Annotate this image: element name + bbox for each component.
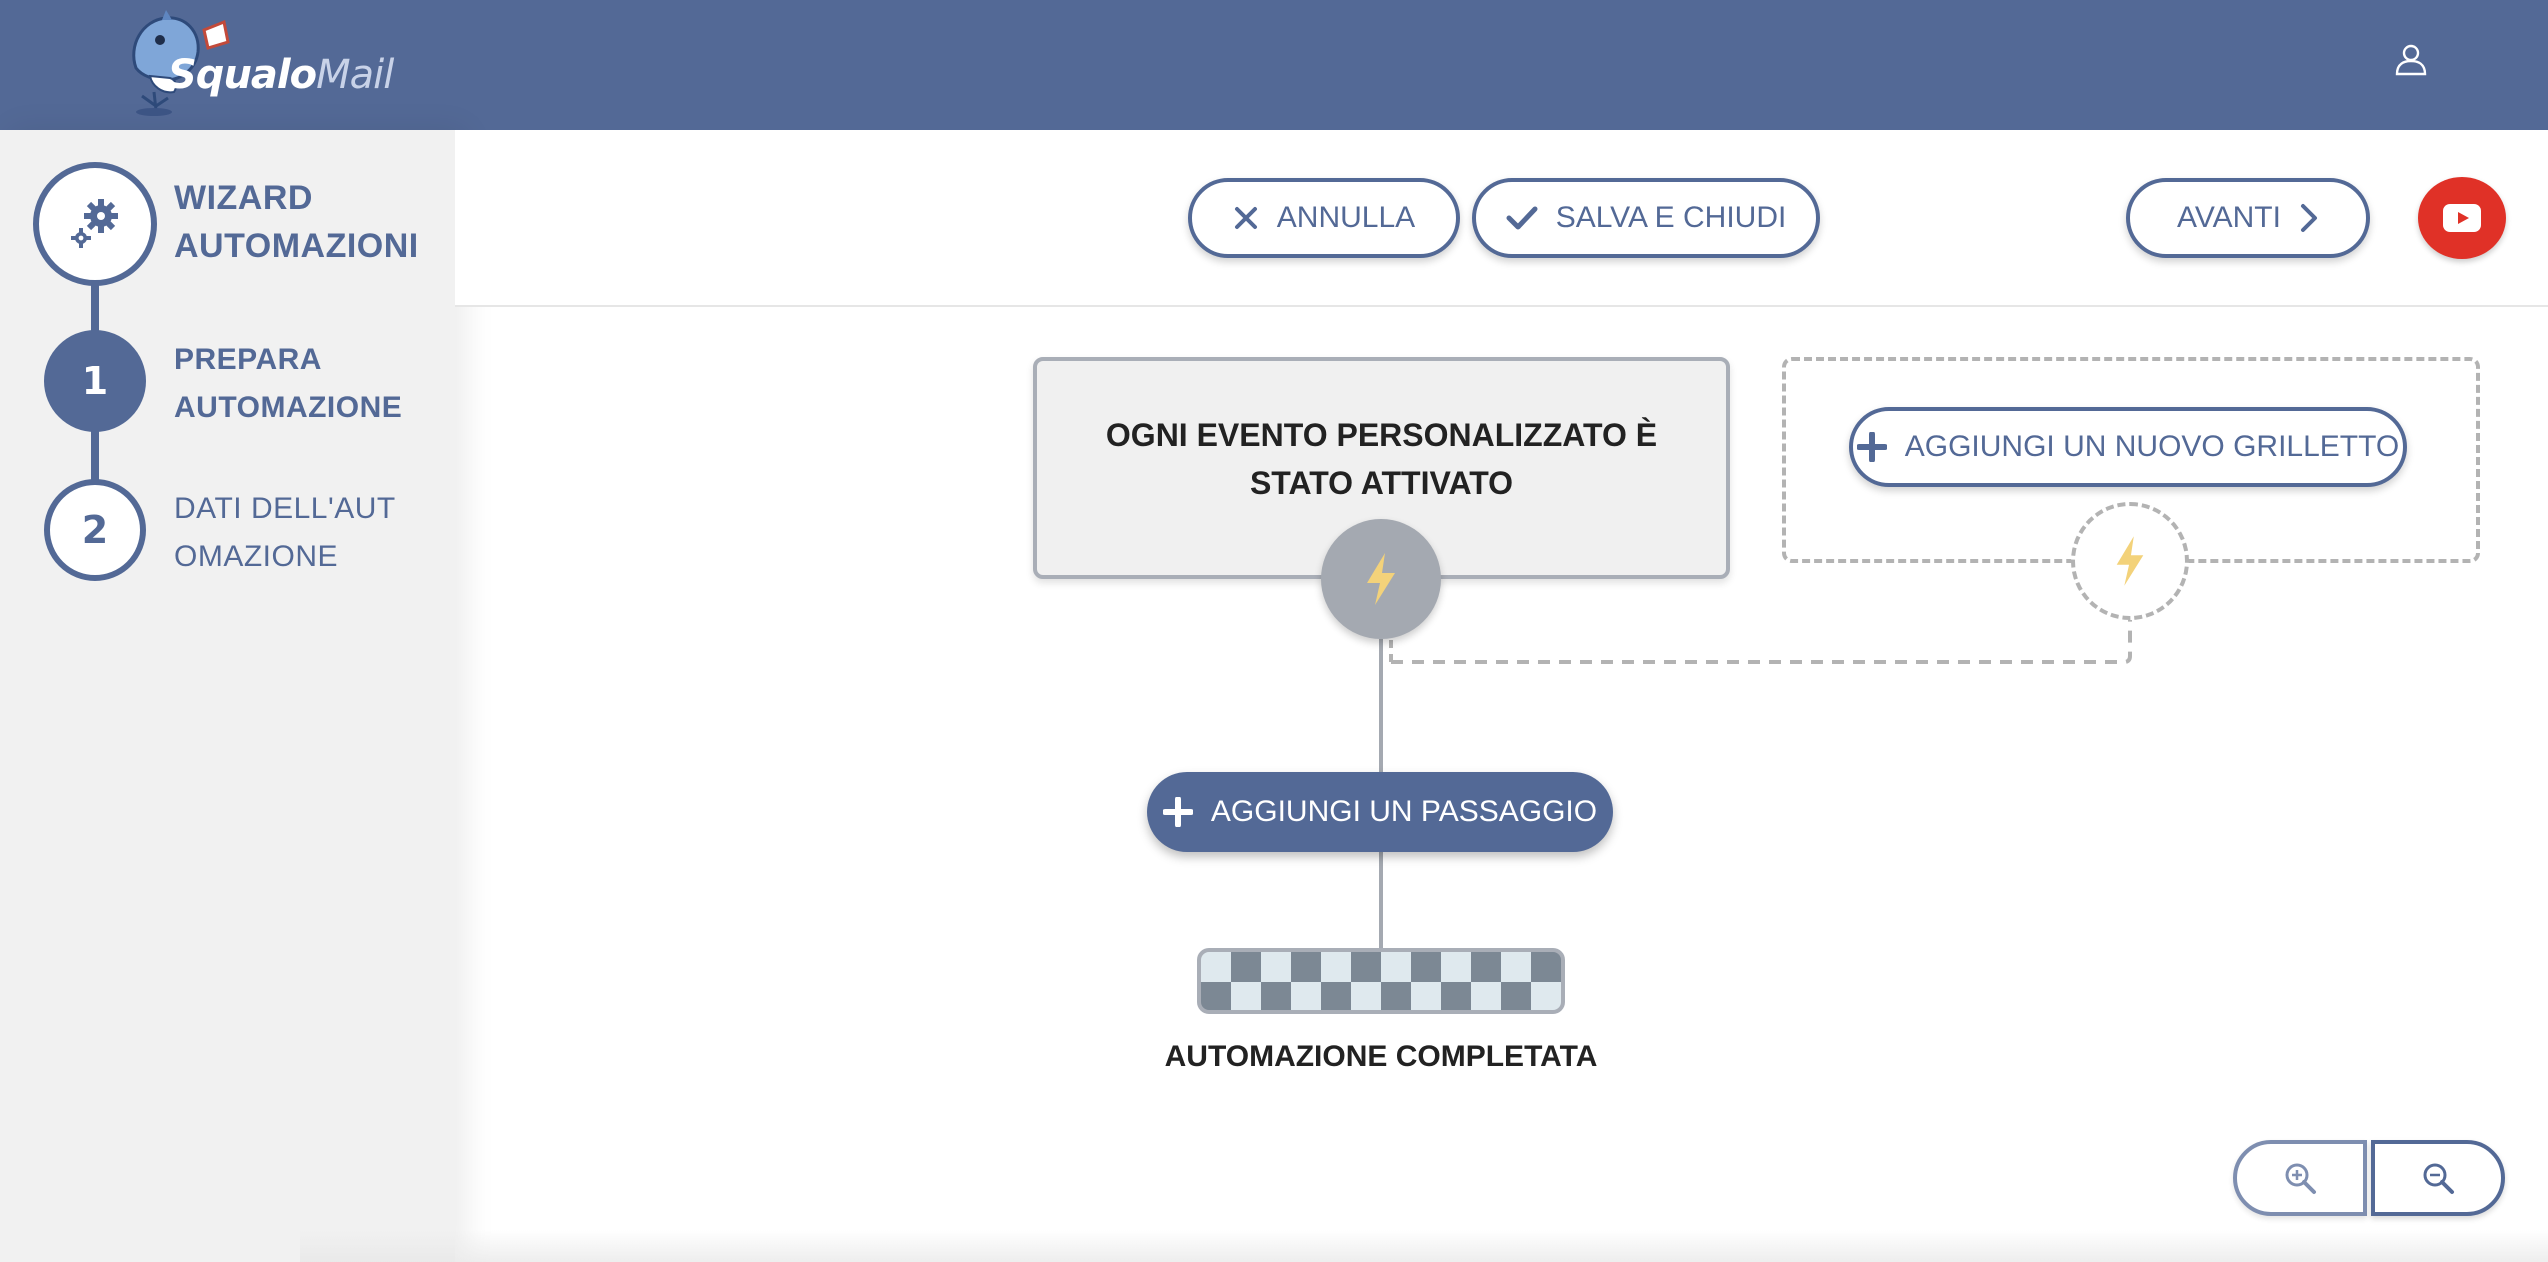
lightning-bolt-icon	[1367, 553, 1395, 605]
wizard-title: WIZARD AUTOMAZIONI	[174, 179, 419, 265]
cancel-button-label: ANNULLA	[1276, 201, 1416, 234]
add-new-trigger-label: AGGIUNGI UN NUOVO GRILLETTO	[1904, 430, 2400, 463]
add-new-trigger-button[interactable]: AGGIUNGI UN NUOVO GRILLETTO	[1849, 407, 2407, 487]
youtube-tutorial-button[interactable]	[2418, 177, 2506, 259]
chevron-right-icon	[2300, 204, 2317, 232]
youtube-icon	[2443, 204, 2481, 232]
cancel-button[interactable]: ANNULLA	[1188, 178, 1460, 258]
save-and-close-label: SALVA E CHIUDI	[1555, 201, 1787, 234]
checkered-flag-icon	[1197, 948, 1565, 1014]
next-button[interactable]: AVANTI	[2126, 178, 2370, 258]
zoom-in-icon	[2285, 1163, 2316, 1194]
plus-icon	[1856, 432, 1887, 462]
automation-complete-label: AUTOMAZIONE COMPLETATA	[1164, 1040, 1598, 1073]
step-2-badge[interactable]: 2	[44, 479, 146, 581]
step-connector	[91, 426, 99, 486]
close-icon	[1234, 207, 1257, 229]
bottom-shadow	[300, 1230, 2548, 1262]
plus-icon	[1162, 797, 1193, 827]
top-bar: SqualoMail	[0, 0, 2548, 130]
step-1-label[interactable]: PREPARA AUTOMAZIONE	[174, 336, 402, 432]
add-step-button[interactable]: AGGIUNGI UN PASSAGGIO	[1147, 772, 1613, 852]
trigger-title: OGNI EVENTO PERSONALIZZATO È STATO ATTIV…	[1105, 417, 1658, 501]
gears-icon	[71, 199, 118, 248]
user-icon[interactable]	[2394, 42, 2428, 76]
next-button-label: AVANTI	[2177, 201, 2281, 234]
new-trigger-bolt-badge	[2071, 502, 2189, 620]
zoom-in-button[interactable]	[2233, 1140, 2367, 1216]
lightning-bolt-icon	[2116, 536, 2144, 586]
step-1-badge[interactable]: 1	[44, 330, 146, 432]
save-and-close-button[interactable]: SALVA E CHIUDI	[1472, 178, 1820, 258]
zoom-out-button[interactable]	[2371, 1140, 2505, 1216]
app-logo-text: SqualoMail	[168, 52, 394, 98]
trigger-bolt-badge[interactable]	[1321, 519, 1441, 639]
wizard-sidebar: WIZARD AUTOMAZIONI 1 PREPARA AUTOMAZIONE…	[0, 130, 455, 1262]
wizard-gears-badge	[33, 162, 157, 286]
zoom-out-icon	[2423, 1163, 2454, 1194]
checkmark-icon	[1506, 206, 1538, 230]
logo-main-text: Squalo	[168, 52, 317, 98]
step-2-label[interactable]: DATI DELL'AUTOMAZIONE	[174, 485, 414, 581]
add-step-label: AGGIUNGI UN PASSAGGIO	[1210, 795, 1598, 828]
logo-sub-text: Mail	[316, 52, 394, 98]
